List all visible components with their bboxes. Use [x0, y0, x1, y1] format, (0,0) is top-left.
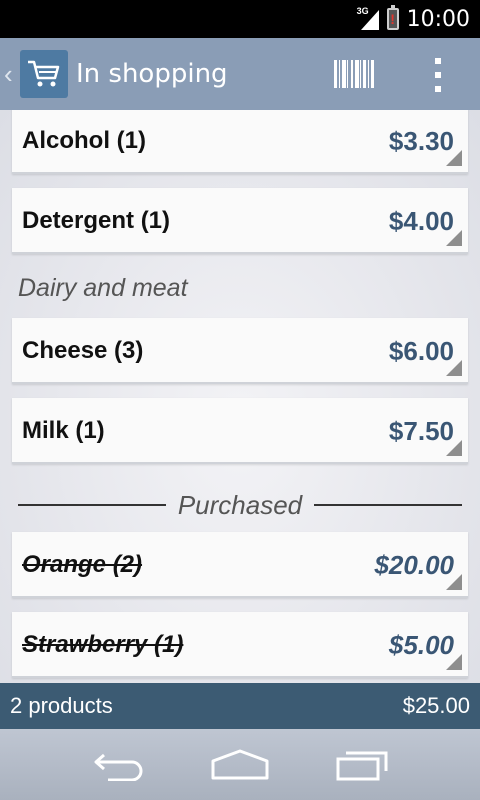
item-price: $6.00 — [388, 336, 454, 366]
item-name: Milk (1) — [22, 417, 105, 444]
item-name: Cheese (3) — [22, 337, 144, 364]
corner-indicator-icon — [446, 230, 462, 246]
purchased-item[interactable]: Orange (2) $20.00 — [12, 532, 468, 598]
corner-indicator-icon — [446, 360, 462, 376]
page-title: In shopping — [76, 59, 228, 89]
purchased-label: Purchased — [177, 489, 303, 520]
item-price: $20.00 — [374, 550, 454, 580]
corner-indicator-icon — [446, 654, 462, 670]
total-price: $25.00 — [402, 693, 470, 718]
signal-icon: 3G — [357, 6, 379, 30]
item-name: Strawberry (1) — [22, 631, 184, 658]
list-item[interactable]: Alcohol (1) $3.30 — [12, 110, 468, 174]
status-time: 10:00 — [406, 6, 470, 32]
summary-bar: 2 products $25.00 — [0, 683, 480, 729]
divider-line — [18, 504, 166, 506]
item-price: $3.30 — [388, 126, 454, 156]
home-icon[interactable] — [210, 747, 270, 786]
recents-icon[interactable] — [334, 747, 390, 786]
list-item[interactable]: Detergent (1) $4.00 — [12, 188, 468, 254]
corner-indicator-icon — [446, 574, 462, 590]
item-price: $5.00 — [388, 630, 454, 660]
battery-icon: ! — [386, 5, 399, 30]
shopping-cart-icon[interactable] — [20, 50, 68, 98]
navigation-bar — [0, 729, 480, 800]
action-bar: ‹ In shopping — [0, 38, 480, 110]
item-name: Alcohol (1) — [22, 127, 146, 154]
purchased-divider: Purchased — [18, 490, 462, 520]
up-chevron-icon[interactable]: ‹ — [4, 59, 20, 90]
back-icon[interactable] — [92, 747, 148, 786]
list-item[interactable]: Cheese (3) $6.00 — [12, 318, 468, 384]
purchased-item[interactable]: Strawberry (1) $5.00 — [12, 612, 468, 678]
section-header: Dairy and meat — [18, 274, 188, 302]
overflow-menu-icon[interactable] — [430, 58, 446, 92]
item-price: $4.00 — [388, 206, 454, 236]
status-bar: 3G ! 10:00 — [0, 0, 480, 38]
corner-indicator-icon — [446, 440, 462, 456]
product-count: 2 products — [10, 693, 113, 718]
item-price: $7.50 — [388, 416, 454, 446]
item-name: Orange (2) — [22, 551, 143, 578]
item-name: Detergent (1) — [22, 207, 171, 234]
list-item[interactable]: Milk (1) $7.50 — [12, 398, 468, 464]
corner-indicator-icon — [446, 150, 462, 166]
shopping-list[interactable]: Alcohol (1) $3.30 Detergent (1) $4.00 Da… — [0, 110, 480, 683]
divider-line — [314, 504, 462, 506]
barcode-icon[interactable] — [334, 60, 374, 88]
